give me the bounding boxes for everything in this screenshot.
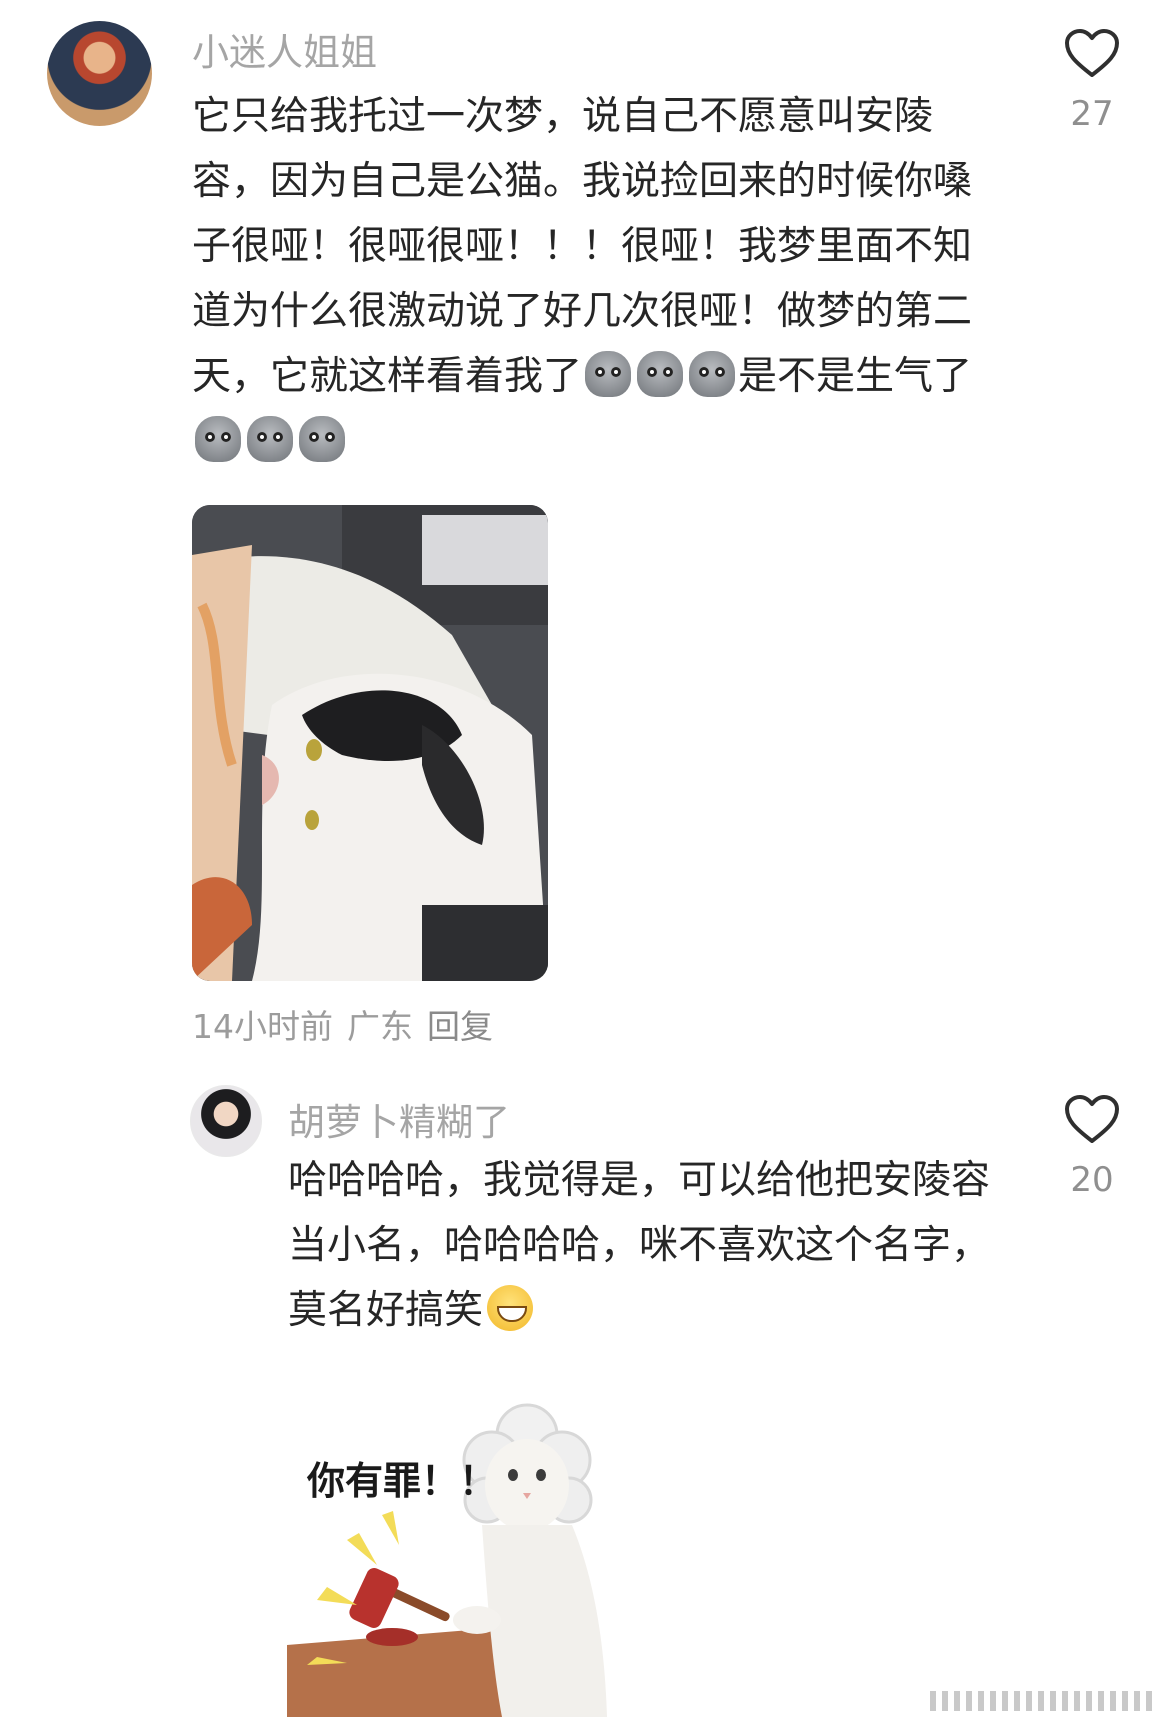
reply-text: 哈哈哈哈，我觉得是，可以给他把安陵容当小名，哈哈哈哈，咪不喜欢这个名字，莫名好搞…	[288, 1148, 1018, 1343]
meme-caption: 你有罪！！	[307, 1459, 498, 1503]
reply-meme-image[interactable]: 你有罪！！	[287, 1365, 652, 1717]
comment-time: 14小时前	[192, 1007, 333, 1046]
cat-photo-image	[192, 505, 548, 981]
pensive-face-emoji	[585, 351, 632, 397]
comment-meta: 14小时前 广东 回复	[192, 1000, 507, 1048]
comment-text-part-2: 是不是生气了	[738, 354, 973, 399]
grinning-squinting-face-emoji	[487, 1285, 534, 1331]
pensive-face-emoji	[195, 416, 241, 462]
pensive-face-emoji	[299, 416, 345, 462]
like-count: 27	[1070, 94, 1114, 134]
like-count: 20	[1070, 1160, 1114, 1200]
pensive-face-emoji	[247, 416, 293, 462]
comment-photo[interactable]	[192, 505, 548, 981]
reply-text-body: 哈哈哈哈，我觉得是，可以给他把安陵容当小名，哈哈哈哈，咪不喜欢这个名字，莫名好搞…	[288, 1158, 991, 1333]
watermark	[930, 1691, 1152, 1711]
commenter-username[interactable]: 小迷人姐姐	[192, 22, 377, 76]
heart-outline-icon[interactable]	[1063, 1093, 1121, 1145]
commenter-avatar[interactable]	[47, 21, 152, 126]
reply-button[interactable]: 回复	[427, 1007, 493, 1046]
comment-text: 它只给我托过一次梦，说自己不愿意叫安陵容，因为自己是公猫。我说捡回来的时候你嗓子…	[192, 84, 1002, 474]
heart-outline-icon[interactable]	[1063, 27, 1121, 79]
replier-username[interactable]: 胡萝卜精糊了	[288, 1092, 510, 1146]
comment-location: 广东	[347, 1007, 413, 1046]
pensive-face-emoji	[689, 351, 736, 397]
judge-cat-meme	[287, 1365, 652, 1717]
replier-avatar[interactable]	[190, 1085, 262, 1157]
pensive-face-emoji	[637, 351, 684, 397]
